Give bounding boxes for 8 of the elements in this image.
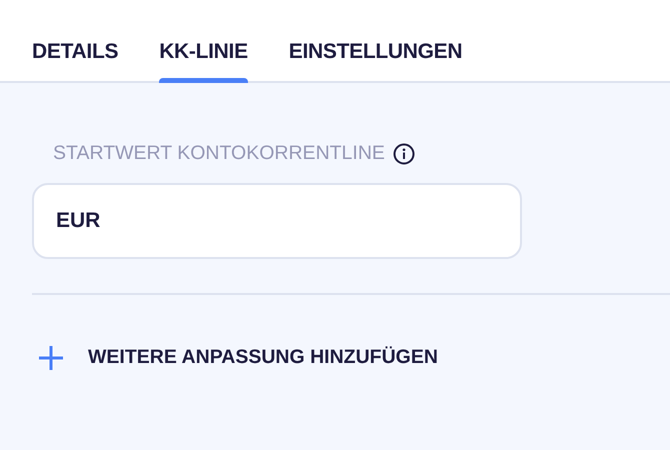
plus-icon xyxy=(38,344,64,371)
info-icon[interactable] xyxy=(392,143,415,165)
tab[interactable]: KK-LINIE xyxy=(159,0,248,81)
add-adjustment-button[interactable]: WEITERE ANPASSUNG HINZUFÜGEN xyxy=(38,343,438,372)
field-label: STARTWERT KONTOKORRENTLINE xyxy=(53,141,385,166)
tab[interactable]: EINSTELLUNGEN xyxy=(288,0,462,81)
amount-field[interactable]: EUR xyxy=(32,183,522,259)
tab[interactable]: DETAILS xyxy=(32,0,118,81)
